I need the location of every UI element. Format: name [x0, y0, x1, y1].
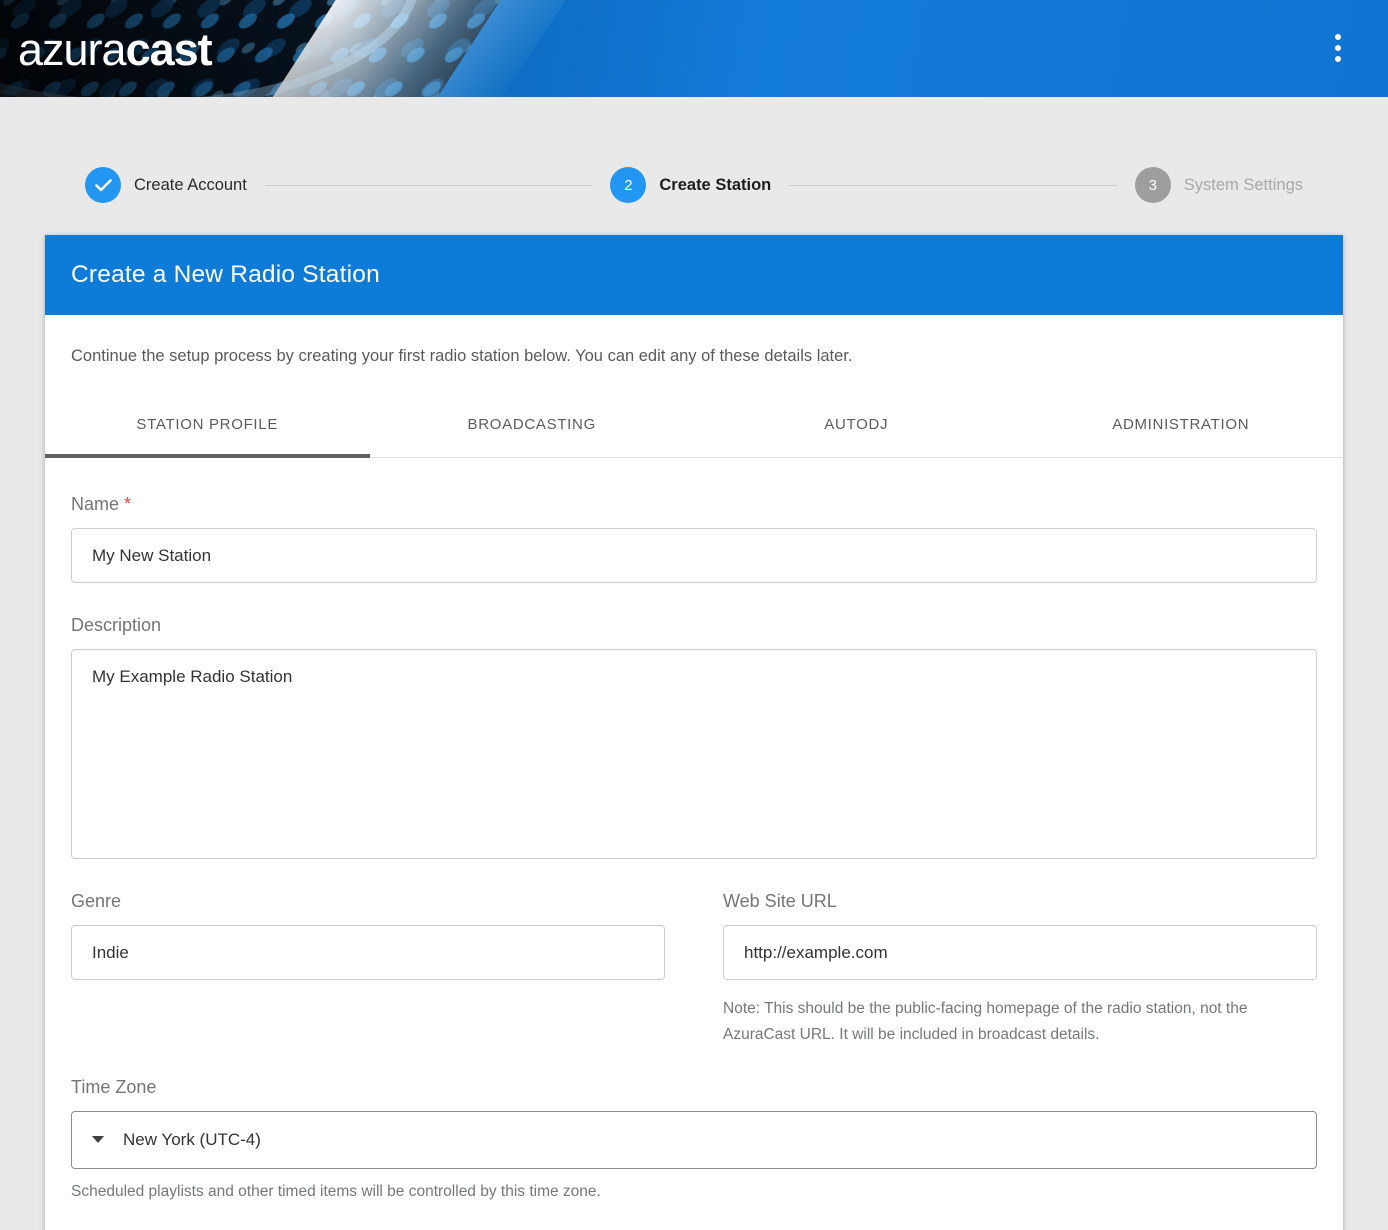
- name-field-group: Name*: [71, 494, 1317, 583]
- create-station-card: Create a New Radio Station Continue the …: [45, 235, 1343, 1230]
- genre-website-row: Genre Web Site URL Note: This should be …: [71, 891, 1317, 1049]
- stepper-connector: [265, 185, 593, 186]
- required-asterisk: *: [124, 494, 131, 514]
- name-label-text: Name: [71, 494, 119, 514]
- genre-label: Genre: [71, 891, 121, 911]
- website-url-input[interactable]: [723, 925, 1317, 980]
- step-1-check-circle: [85, 167, 121, 203]
- tab-station-profile[interactable]: STATION PROFILE: [45, 393, 370, 457]
- azuracast-logo: azuracast: [18, 24, 212, 76]
- tab-administration[interactable]: ADMINISTRATION: [1019, 393, 1344, 457]
- tab-autodj[interactable]: AUTODJ: [694, 393, 1019, 457]
- step-create-account: Create Account: [85, 167, 247, 203]
- chevron-down-icon: [92, 1136, 104, 1143]
- website-url-note: Note: This should be the public-facing h…: [723, 996, 1317, 1049]
- description-field-group: Description My Example Radio Station: [71, 615, 1317, 859]
- station-tabs: STATION PROFILE BROADCASTING AUTODJ ADMI…: [45, 393, 1343, 458]
- step-2-label: Create Station: [659, 176, 771, 195]
- step-1-label: Create Account: [134, 176, 247, 195]
- step-create-station: 2 Create Station: [610, 167, 771, 203]
- timezone-field-group: Time Zone New York (UTC-4) Scheduled pla…: [71, 1077, 1317, 1201]
- logo-text-bold: cast: [126, 24, 212, 75]
- timezone-label: Time Zone: [71, 1077, 156, 1097]
- timezone-selected-value: New York (UTC-4): [123, 1130, 261, 1150]
- card-header: Create a New Radio Station: [45, 235, 1343, 315]
- genre-input[interactable]: [71, 925, 665, 980]
- kebab-dot: [1335, 56, 1341, 62]
- check-icon: [95, 179, 112, 192]
- setup-stepper: Create Account 2 Create Station 3 System…: [85, 167, 1303, 203]
- logo-text-regular: azura: [18, 24, 126, 75]
- description-textarea[interactable]: My Example Radio Station: [71, 649, 1317, 859]
- website-field-group: Web Site URL Note: This should be the pu…: [723, 891, 1317, 1049]
- app-bar: azuracast: [0, 0, 1388, 97]
- intro-text: Continue the setup process by creating y…: [45, 315, 1343, 366]
- step-3-number-circle: 3: [1135, 167, 1171, 203]
- genre-field-group: Genre: [71, 891, 665, 1049]
- kebab-dot: [1335, 34, 1341, 40]
- step-3-label: System Settings: [1184, 176, 1303, 195]
- timezone-hint: Scheduled playlists and other timed item…: [71, 1183, 1317, 1201]
- timezone-select[interactable]: New York (UTC-4): [71, 1111, 1317, 1169]
- step-system-settings: 3 System Settings: [1135, 167, 1303, 203]
- name-label: Name*: [71, 494, 131, 514]
- description-label: Description: [71, 615, 161, 635]
- website-url-label: Web Site URL: [723, 891, 837, 911]
- page-title: Create a New Radio Station: [71, 261, 380, 289]
- step-2-number-circle: 2: [610, 167, 646, 203]
- tab-broadcasting[interactable]: BROADCASTING: [370, 393, 695, 457]
- kebab-menu-icon[interactable]: [1318, 28, 1358, 68]
- name-input[interactable]: [71, 528, 1317, 583]
- station-profile-form: Name* Description My Example Radio Stati…: [45, 458, 1343, 1230]
- kebab-dot: [1335, 45, 1341, 51]
- stepper-connector: [789, 185, 1117, 186]
